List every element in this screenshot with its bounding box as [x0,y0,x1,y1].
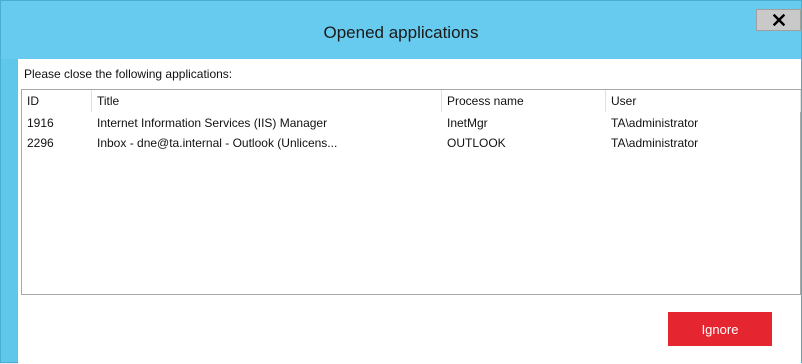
column-header-process-name[interactable]: Process name [442,90,606,112]
applications-list[interactable]: ID Title Process name User 1916 Internet… [21,89,801,295]
title-bar[interactable]: Opened applications [1,1,801,59]
column-header-title[interactable]: Title [92,90,442,112]
window-title: Opened applications [323,23,479,42]
cell-user: TA\administrator [611,116,699,130]
cell-id: 2296 [27,136,54,150]
dialog-body: Please close the following applications:… [18,59,801,364]
close-icon [772,14,785,26]
list-header: ID Title Process name User [22,90,801,112]
close-button[interactable] [756,9,801,31]
table-row[interactable]: 2296 Inbox - dne@ta.internal - Outlook (… [22,132,800,154]
cell-process-name: InetMgr [447,116,488,130]
cell-process-name: OUTLOOK [447,136,506,150]
dialog-window: Opened applications Please close the fol… [0,0,802,364]
cell-user: TA\administrator [611,136,699,150]
cell-title: Inbox - dne@ta.internal - Outlook (Unlic… [97,136,338,150]
cell-title: Internet Information Services (IIS) Mana… [97,116,328,130]
prompt-text: Please close the following applications: [24,67,233,81]
cell-id: 1916 [27,116,54,130]
column-header-id[interactable]: ID [22,90,92,112]
ignore-button[interactable]: Ignore [668,312,772,346]
column-header-user[interactable]: User [606,90,801,112]
table-row[interactable]: 1916 Internet Information Services (IIS)… [22,112,800,134]
